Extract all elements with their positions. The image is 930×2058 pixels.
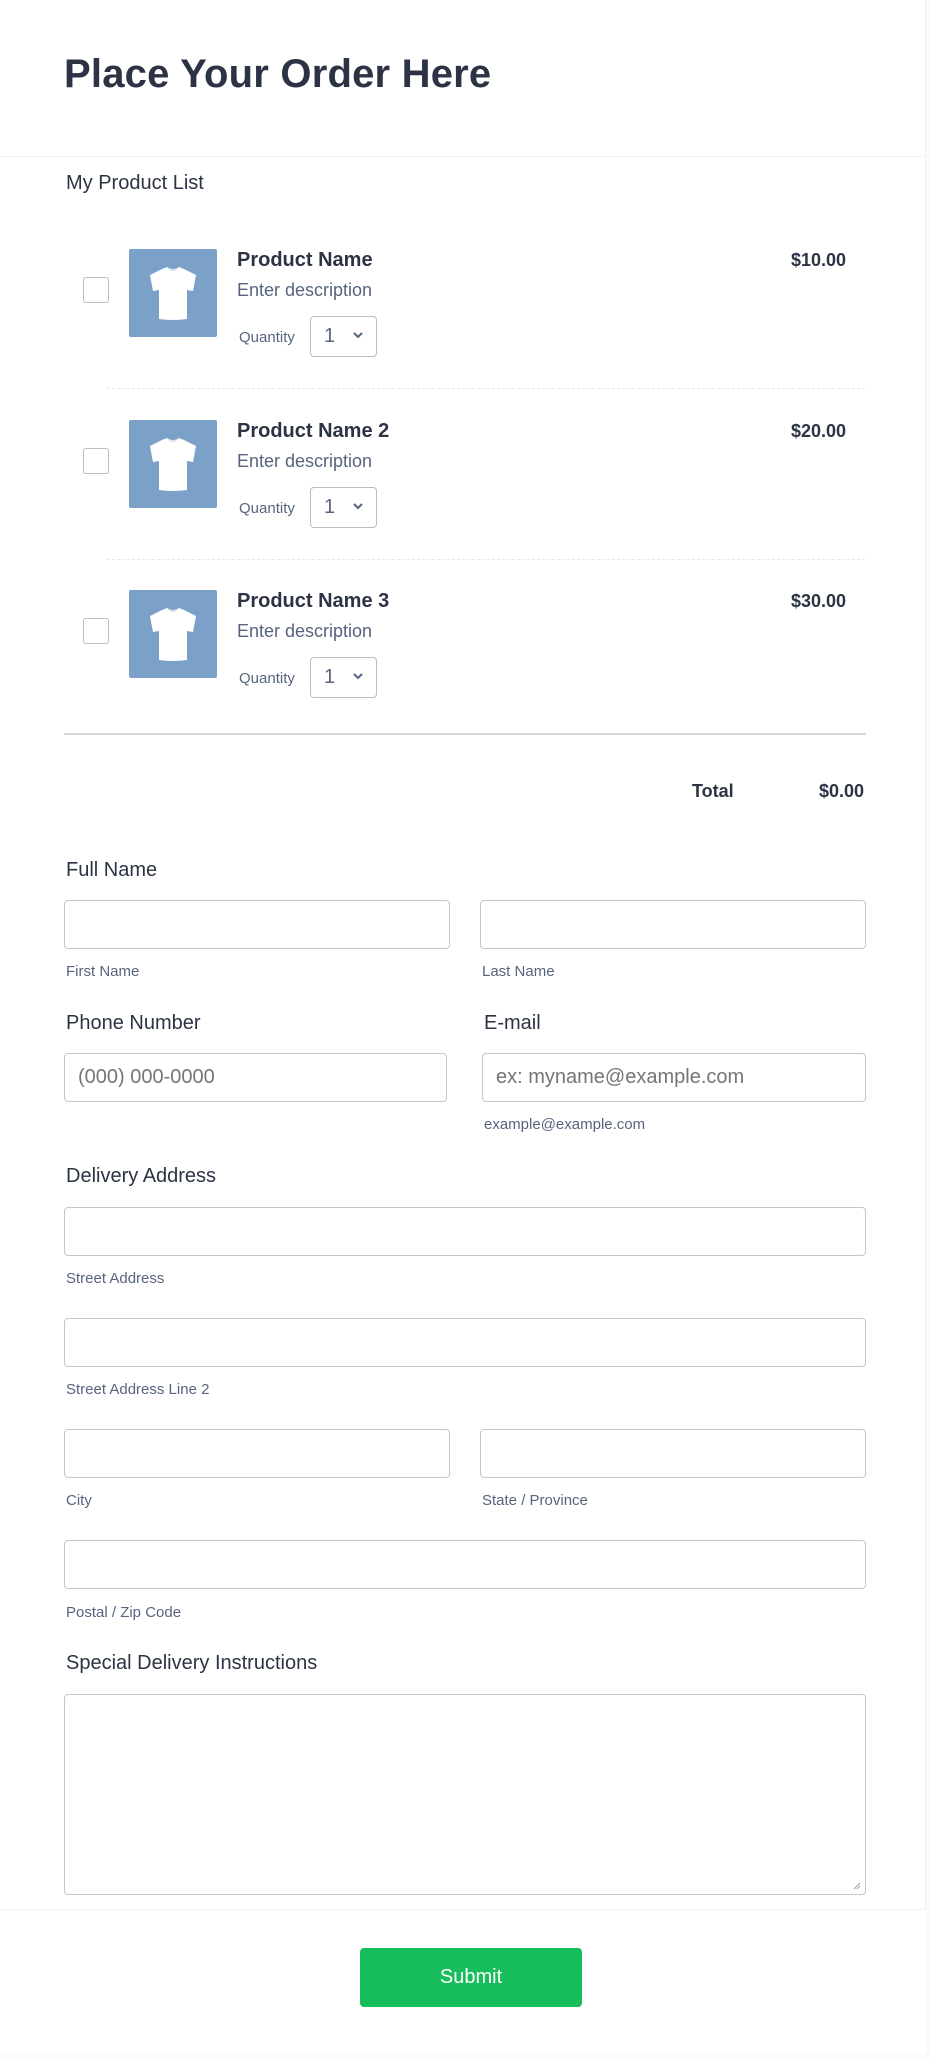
product-image	[129, 249, 217, 337]
postal-code-input[interactable]	[64, 1540, 866, 1589]
chevron-down-icon	[353, 503, 363, 510]
quantity-label: Quantity	[239, 670, 295, 687]
product-item: Product Name 3 Enter description Quantit…	[64, 573, 866, 723]
product-checkbox[interactable]	[83, 448, 109, 474]
email-input[interactable]	[482, 1053, 866, 1102]
product-item: Product Name 2 Enter description Quantit…	[64, 403, 866, 553]
last-name-input[interactable]	[480, 900, 866, 949]
street-address-line2-sublabel: Street Address Line 2	[66, 1381, 210, 1398]
quantity-select[interactable]: 1	[310, 316, 377, 357]
total-value: $0.00	[818, 781, 864, 801]
tshirt-icon	[150, 267, 196, 320]
phone-input[interactable]	[64, 1053, 447, 1102]
quantity-label: Quantity	[239, 500, 295, 517]
product-description: Enter description	[237, 451, 373, 471]
form-card: Place Your Order Here My Product List Pr…	[0, 0, 926, 2054]
first-name-sublabel: First Name	[66, 963, 140, 980]
product-price: $10.00	[790, 250, 846, 270]
street-address-sublabel: Street Address	[66, 1270, 165, 1287]
page-title: Place Your Order Here	[64, 52, 492, 96]
instructions-label: Special Delivery Instructions	[66, 1652, 318, 1674]
product-image	[129, 590, 217, 678]
product-name: Product Name 3	[237, 590, 390, 612]
resize-handle-icon[interactable]	[851, 1880, 861, 1890]
phone-label: Phone Number	[66, 1012, 201, 1034]
product-description: Enter description	[237, 280, 373, 300]
product-name: Product Name 2	[237, 420, 390, 442]
state-sublabel: State / Province	[482, 1492, 588, 1509]
city-sublabel: City	[66, 1492, 92, 1509]
product-divider	[107, 388, 865, 389]
quantity-select[interactable]: 1	[310, 657, 377, 698]
product-description: Enter description	[237, 621, 373, 641]
quantity-value: 1	[324, 325, 336, 347]
products-total-divider	[64, 733, 866, 735]
product-divider	[107, 559, 865, 560]
street-address-line2-input[interactable]	[64, 1318, 866, 1367]
quantity-value: 1	[324, 496, 336, 518]
postal-code-sublabel: Postal / Zip Code	[66, 1604, 182, 1621]
chevron-down-icon	[353, 673, 363, 680]
product-list-label: My Product List	[66, 172, 204, 194]
product-price: $30.00	[790, 591, 846, 611]
chevron-down-icon	[353, 332, 363, 339]
tshirt-icon	[150, 608, 196, 661]
product-item: Product Name Enter description Quantity …	[64, 232, 866, 382]
product-price: $20.00	[790, 421, 846, 441]
email-sublabel: example@example.com	[484, 1116, 646, 1133]
total-label: Total	[692, 781, 734, 801]
street-address-input[interactable]	[64, 1207, 866, 1256]
quantity-select[interactable]: 1	[310, 487, 377, 528]
email-label: E-mail	[484, 1012, 541, 1034]
form-header: Place Your Order Here	[0, 0, 926, 157]
first-name-input[interactable]	[64, 900, 450, 949]
submit-button[interactable]: Submit	[360, 1948, 582, 2007]
tshirt-icon	[150, 438, 196, 491]
instructions-textarea[interactable]	[64, 1694, 866, 1895]
state-input[interactable]	[480, 1429, 866, 1478]
delivery-address-label: Delivery Address	[66, 1165, 217, 1187]
product-checkbox[interactable]	[83, 277, 109, 303]
last-name-sublabel: Last Name	[482, 963, 555, 980]
product-name: Product Name	[237, 249, 373, 271]
city-input[interactable]	[64, 1429, 450, 1478]
product-checkbox[interactable]	[83, 618, 109, 644]
product-image	[129, 420, 217, 508]
quantity-value: 1	[324, 666, 336, 688]
quantity-label: Quantity	[239, 329, 295, 346]
full-name-label: Full Name	[66, 859, 158, 881]
